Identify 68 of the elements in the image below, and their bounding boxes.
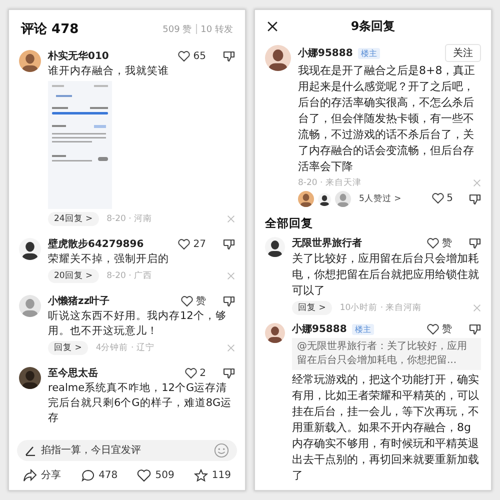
like-count: 2: [200, 368, 206, 378]
username[interactable]: 至今思太岳: [48, 366, 180, 380]
username[interactable]: 壁虎散步64279896: [48, 237, 174, 251]
username[interactable]: 朴实无华010: [48, 49, 174, 63]
like-count: 27: [193, 238, 206, 250]
comment-text: 关了比较好，应用留在后台只会增加耗电，你想把留在后台就把应用给锁住就可以了: [292, 251, 480, 299]
repost-count: 10 转发: [200, 24, 233, 36]
thumbs-down-icon[interactable]: [469, 237, 481, 249]
like-count: 65: [193, 50, 206, 62]
replies-button[interactable]: 回复 >: [48, 341, 88, 355]
thumbs-down-icon[interactable]: [469, 192, 481, 204]
heart-icon: [137, 468, 152, 482]
comment-text: realme系统真不咋地，12个G运存清完后台就只剩6个G的样子，难道8G运存: [48, 381, 233, 426]
replies-button[interactable]: 24回复 >: [48, 212, 99, 226]
like-count: 赞: [442, 323, 452, 336]
follow-button[interactable]: 关注: [445, 44, 481, 62]
comment-meta: 10小时前 · 来自河南: [340, 302, 422, 314]
like-count: 赞: [196, 295, 206, 308]
quoted-comment: @无限世界旅行者：关了比较好，应用留在后台只会增加耗电，你想把留...: [292, 338, 481, 370]
like-count: 509 赞: [162, 24, 192, 36]
speech-bubble-icon: [80, 468, 95, 482]
pen-icon: [25, 445, 36, 456]
screenshot-drawing[interactable]: [48, 81, 112, 209]
heart-icon[interactable]: [181, 296, 193, 306]
like-button[interactable]: 509: [137, 468, 174, 482]
comment-field[interactable]: 掐指一算，今日宜发评: [17, 440, 237, 461]
section-title: 全部回复: [264, 215, 314, 232]
star-icon: [194, 468, 208, 482]
username[interactable]: 小懒猪zz叶子: [48, 294, 176, 308]
comment-text: 谁开内存融合，我就笑谁: [48, 64, 170, 79]
thumbs-down-icon[interactable]: [469, 323, 481, 335]
like-count: 赞: [442, 237, 452, 250]
thumbs-down-icon[interactable]: [223, 367, 235, 379]
like-count: 5: [446, 193, 453, 204]
comment-text: 经常玩游戏的，把这个功能打开，确实有用，比如王者荣耀和平精英的，可以挂在后台，挂一会儿，等下次再玩，不用重新载入。如果不开内存融合，8g内存确实不够用，有时候玩和平精英退出去干点别的，再切回来就要重新加载了: [292, 372, 480, 484]
author-badge: 楼主: [358, 48, 380, 58]
replies-title: 9条回复: [350, 18, 396, 35]
heart-icon[interactable]: [178, 50, 190, 62]
heart-icon[interactable]: [178, 238, 190, 250]
comment-text: 荣耀关不掉，强制开启的: [48, 252, 170, 267]
likers-link[interactable]: 5人赞过 >: [359, 192, 428, 204]
username[interactable]: 无限世界旅行者: [292, 236, 422, 250]
reply-button[interactable]: 回复 >: [292, 301, 332, 315]
thumbs-down-icon[interactable]: [223, 295, 235, 307]
comments-title: 评论 478: [21, 21, 79, 38]
thumbs-down-icon[interactable]: [223, 238, 235, 250]
comment-meta: 8-20 · 河南: [106, 213, 152, 225]
comment-text: 我现在是开了融合之后是8+8，真正用起来是什么感觉呢？开了之后吧，后台的存活率确实很高，不怎么杀后台了，但会伴随发热卡顿，有一些不流畅，不过游戏的话不杀后台了，关了内存融合的话会变流畅，但后台存活率会下降: [298, 63, 476, 175]
author-badge: 楼主: [352, 324, 374, 334]
heart-icon[interactable]: [427, 324, 439, 334]
emoji-icon[interactable]: [214, 443, 229, 458]
comment-input[interactable]: 掐指一算，今日宜发评: [41, 444, 209, 457]
thumbs-down-icon[interactable]: [223, 50, 235, 62]
heart-icon[interactable]: [432, 193, 444, 204]
comment-meta: 8-20 · 广西: [106, 270, 152, 282]
comment-button[interactable]: 478: [80, 468, 118, 482]
favorite-button[interactable]: 119: [194, 468, 231, 482]
username[interactable]: 小娜95888: [292, 322, 347, 336]
comment-meta: 4分钟前 · 辽宁: [96, 342, 154, 354]
share-icon: [23, 468, 37, 482]
comment-text: 听说这东西不好用。我内存12个，够用。也不开这玩意儿！: [48, 309, 228, 339]
close-icon[interactable]: [267, 21, 278, 32]
heart-icon[interactable]: [184, 368, 197, 378]
replies-button[interactable]: 20回复 >: [48, 269, 99, 283]
heart-icon[interactable]: [427, 238, 439, 248]
username[interactable]: 小娜95888: [298, 46, 353, 60]
share-button[interactable]: 分享: [23, 468, 61, 482]
comment-meta: 8-20 · 来自天津: [298, 177, 362, 189]
